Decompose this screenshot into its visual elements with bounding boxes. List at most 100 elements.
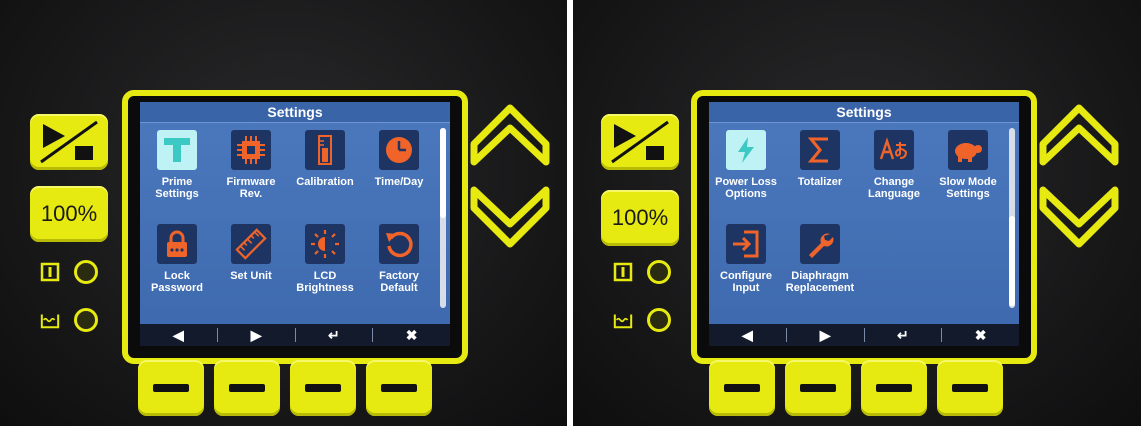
input-icon — [726, 224, 766, 264]
play-stop-icon — [611, 120, 669, 164]
slow-mode-settings-item[interactable]: Slow Mode Settings — [931, 124, 1005, 218]
prime-icon — [157, 130, 197, 170]
power-loss-icon — [726, 130, 766, 170]
sigma-icon — [800, 130, 840, 170]
reset-icon — [379, 224, 419, 264]
tank-led — [74, 308, 98, 332]
tank-level-icon — [613, 314, 633, 329]
display-bezel: Settings Prime Settings Firmware Rev. Ca… — [122, 90, 468, 364]
power-loss-options-item[interactable]: Power Loss Options — [709, 124, 783, 218]
turtle-icon — [948, 130, 988, 170]
time-day-item[interactable]: Time/Day — [362, 124, 436, 218]
menu-item-label: Calibration — [296, 176, 354, 188]
configure-input-item[interactable]: Configure Input — [709, 218, 783, 312]
change-language-item[interactable]: Change Language — [857, 124, 931, 218]
lcd-screen: Settings Power Loss Options Totalizer Ch… — [709, 102, 1019, 346]
menu-item-label: LCD Brightness — [296, 270, 354, 294]
softkey-enter-label: ↵ — [865, 327, 943, 343]
wrench-icon — [800, 224, 840, 264]
scrollbar-thumb[interactable] — [1009, 216, 1015, 306]
hundred-percent-label: 100% — [611, 205, 669, 230]
softkey-close-label: ✖ — [974, 326, 987, 343]
power-symbol-icon — [40, 262, 60, 282]
tank-indicator — [613, 308, 671, 332]
scrollbar-thumb[interactable] — [440, 128, 446, 218]
softkey-left-label: ◀ — [709, 327, 787, 343]
play-stop-button[interactable] — [30, 114, 108, 170]
power-led — [74, 260, 98, 284]
softkey-close-label: ✖ — [405, 326, 418, 343]
softkey-right-label: ▶ — [218, 327, 296, 343]
menu-item-label: Configure Input — [720, 270, 772, 294]
menu-item-label: Slow Mode Settings — [939, 176, 997, 200]
calibration-icon — [305, 130, 345, 170]
hundred-percent-button[interactable]: 100% — [30, 186, 108, 242]
softkey-right-label: ▶ — [787, 327, 865, 343]
softkey-bar: ◀ ▶ ↵ ✖ — [709, 324, 1019, 346]
softkey-2-button[interactable] — [214, 360, 280, 416]
chevron-down-button[interactable] — [1039, 182, 1119, 252]
power-indicator — [40, 260, 98, 284]
menu-item-label: Power Loss Options — [715, 176, 777, 200]
softkey-2-button[interactable] — [785, 360, 851, 416]
lock-password-item[interactable]: Lock Password — [140, 218, 214, 312]
language-icon — [874, 130, 914, 170]
settings-grid: Power Loss Options Totalizer Change Lang… — [709, 124, 1005, 312]
calibration-item[interactable]: Calibration — [288, 124, 362, 218]
power-indicator — [613, 260, 671, 284]
softkey-bar: ◀ ▶ ↵ ✖ — [140, 324, 450, 346]
pump-panel-left: 100% Settings Prime Settings Firmware Re… — [0, 0, 567, 426]
chevron-up-button[interactable] — [1039, 100, 1119, 170]
hundred-percent-button[interactable]: 100% — [601, 190, 679, 246]
menu-item-label: Factory Default — [379, 270, 419, 294]
softkey-3-button[interactable] — [861, 360, 927, 416]
firmware-rev-item[interactable]: Firmware Rev. — [214, 124, 288, 218]
softkey-left-label: ◀ — [140, 327, 218, 343]
menu-item-label: Set Unit — [230, 270, 272, 282]
hundred-percent-label: 100% — [40, 201, 98, 226]
power-led — [647, 260, 671, 284]
chevron-up-button[interactable] — [470, 100, 550, 170]
power-symbol-icon — [613, 262, 633, 282]
screen-title: Settings — [140, 102, 450, 123]
menu-item-label: Lock Password — [151, 270, 203, 294]
tank-level-icon — [40, 314, 60, 329]
scrollbar[interactable] — [440, 128, 446, 308]
factory-default-item[interactable]: Factory Default — [362, 218, 436, 312]
softkey-4-button[interactable] — [937, 360, 1003, 416]
display-bezel: Settings Power Loss Options Totalizer Ch… — [691, 90, 1037, 364]
brightness-icon — [305, 224, 345, 264]
play-stop-icon — [40, 120, 98, 164]
softkey-buttons — [138, 360, 432, 416]
lcd-brightness-item[interactable]: LCD Brightness — [288, 218, 362, 312]
clock-icon — [379, 130, 419, 170]
tank-indicator — [40, 308, 98, 332]
menu-item-label: Totalizer — [797, 176, 843, 188]
screen-title: Settings — [709, 102, 1019, 123]
settings-grid: Prime Settings Firmware Rev. Calibration — [140, 124, 436, 312]
totalizer-item[interactable]: Totalizer — [783, 124, 857, 218]
prime-settings-item[interactable]: Prime Settings — [140, 124, 214, 218]
softkey-4-button[interactable] — [366, 360, 432, 416]
menu-item-label: Time/Day — [374, 176, 424, 188]
lcd-screen: Settings Prime Settings Firmware Rev. Ca… — [140, 102, 450, 346]
menu-item-label: Firmware Rev. — [226, 176, 276, 200]
menu-item-label: Change Language — [868, 176, 920, 200]
softkey-buttons — [709, 360, 1003, 416]
chevron-down-button[interactable] — [470, 182, 550, 252]
menu-item-label: Diaphragm Replacement — [785, 270, 855, 294]
lock-icon — [157, 224, 197, 264]
menu-item-label: Prime Settings — [155, 176, 199, 200]
set-unit-item[interactable]: Set Unit — [214, 218, 288, 312]
softkey-enter-label: ↵ — [296, 327, 374, 343]
play-stop-button[interactable] — [601, 114, 679, 170]
chip-icon — [231, 130, 271, 170]
softkey-1-button[interactable] — [709, 360, 775, 416]
diaphragm-replacement-item[interactable]: Diaphragm Replacement — [783, 218, 857, 312]
softkey-3-button[interactable] — [290, 360, 356, 416]
ruler-icon — [231, 224, 271, 264]
scrollbar[interactable] — [1009, 128, 1015, 308]
softkey-1-button[interactable] — [138, 360, 204, 416]
tank-led — [647, 308, 671, 332]
pump-panel-right: 100% Settings Power Loss Options Totaliz… — [573, 0, 1141, 426]
